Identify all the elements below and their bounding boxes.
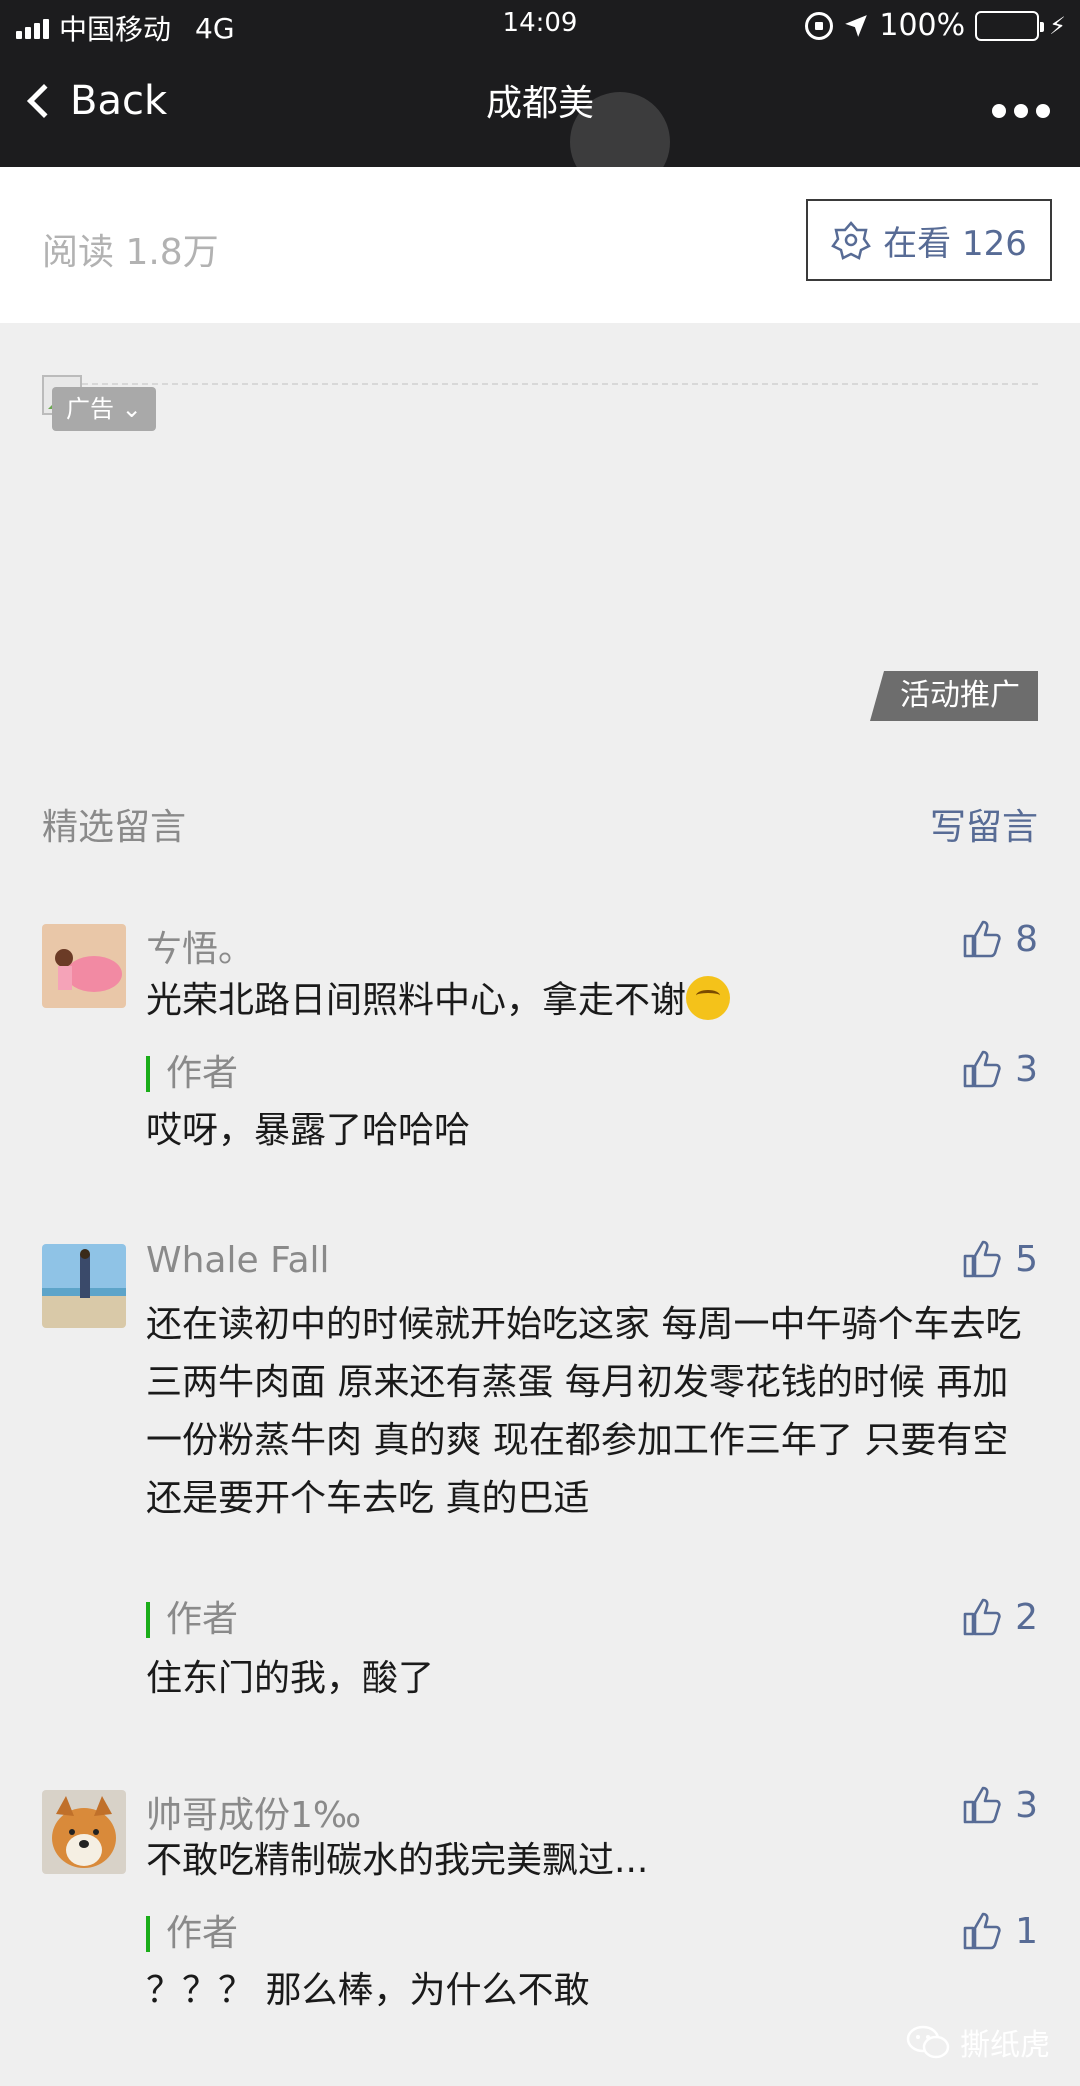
like-button[interactable]: 5 <box>961 1238 1038 1280</box>
like-count: 2 <box>1015 1596 1038 1638</box>
comment-nickname: 帅哥成份1‰ <box>146 1795 362 1836</box>
ad-divider <box>42 383 1038 385</box>
avatar[interactable] <box>42 924 126 1008</box>
battery-icon <box>975 10 1045 41</box>
watching-label: 在看 126 <box>883 223 1027 264</box>
thinking-emoji-icon <box>686 976 731 1020</box>
top-bar: 中国移动 4G 14:09 100% ⚡ Back 成都美 <box>0 0 1080 192</box>
page-title: 成都美 <box>485 83 594 124</box>
orientation-lock-icon <box>805 11 834 40</box>
like-count: 3 <box>1015 1784 1038 1826</box>
battery-percent: 100% <box>879 8 966 43</box>
author-reply-label: 作者 <box>146 1916 238 1952</box>
author-reply-text: 住东门的我，酸了 <box>146 1658 435 1699</box>
like-count: 8 <box>1015 918 1038 960</box>
thumbs-up-icon <box>963 920 1001 958</box>
author-reply-text: ？？？ 那么棒，为什么不敢 <box>146 1970 590 2011</box>
avatar[interactable] <box>42 1790 126 1874</box>
author-reply-text: 哎呀，暴露了哈哈哈 <box>146 1110 471 1151</box>
thumbs-up-icon <box>963 1050 1001 1088</box>
thumbs-up-icon <box>963 1598 1001 1636</box>
write-comment-link[interactable]: 写留言 <box>930 798 1038 850</box>
ad-tag[interactable]: 广告 ⌄ <box>52 387 156 431</box>
comment-text: 光荣北路日间照料中心，拿走不谢 <box>146 972 1026 1030</box>
ad-tag-label: 广告 <box>66 395 114 423</box>
status-bar: 中国移动 4G 14:09 100% ⚡ <box>0 0 1080 52</box>
watching-icon <box>831 221 872 260</box>
like-button[interactable]: 8 <box>961 918 1038 960</box>
like-count: 3 <box>1015 1048 1038 1090</box>
comment-text: 不敢吃精制碳水的我完美飘过... <box>146 1840 649 1881</box>
status-right: 100% ⚡ <box>805 8 1066 43</box>
avatar[interactable] <box>42 1244 126 1328</box>
reply-like-button[interactable]: 1 <box>961 1910 1038 1952</box>
watermark: 撕纸虎 <box>906 2020 1050 2064</box>
comments-header: 精选留言 写留言 <box>0 790 1080 850</box>
article-stats-bar: 阅读 1.8万 在看 126 <box>0 167 1080 323</box>
thumbs-up-icon <box>963 1240 1001 1278</box>
watching-button[interactable]: 在看 126 <box>806 199 1052 281</box>
comment-text: 还在读初中的时候就开始吃这家 每周一中午骑个车去吃三两牛肉面 原来还有蒸蛋 每月… <box>146 1304 1022 1519</box>
like-button[interactable]: 3 <box>961 1784 1038 1826</box>
comment-nickname: Whale Fall <box>146 1240 330 1281</box>
ad-area[interactable]: 广告 ⌄ 活动推广 <box>0 323 1080 753</box>
author-reply-label: 作者 <box>146 1602 238 1638</box>
location-icon <box>845 14 868 37</box>
navigation-bar: Back 成都美 <box>0 52 1080 192</box>
comments-title: 精选留言 <box>42 807 187 848</box>
watermark-text: 撕纸虎 <box>960 2028 1050 2063</box>
like-count: 5 <box>1015 1238 1038 1280</box>
author-reply-label: 作者 <box>146 1056 238 1092</box>
charging-icon: ⚡ <box>1049 11 1066 40</box>
thumbs-up-icon <box>963 1786 1001 1824</box>
ad-promo-label: 活动推广 <box>870 671 1038 721</box>
comment-text-content: 光荣北路日间照料中心，拿走不谢 <box>146 980 687 1021</box>
reply-like-button[interactable]: 3 <box>961 1048 1038 1090</box>
comment-nickname: ㄘ悟。 <box>146 929 255 970</box>
thumbs-up-icon <box>963 1912 1001 1950</box>
reply-like-button[interactable]: 2 <box>961 1596 1038 1638</box>
more-icon <box>992 104 1006 118</box>
like-count: 1 <box>1015 1910 1038 1952</box>
more-button[interactable] <box>992 104 1050 118</box>
wechat-icon <box>906 2025 950 2059</box>
read-count: 阅读 1.8万 <box>42 232 219 273</box>
